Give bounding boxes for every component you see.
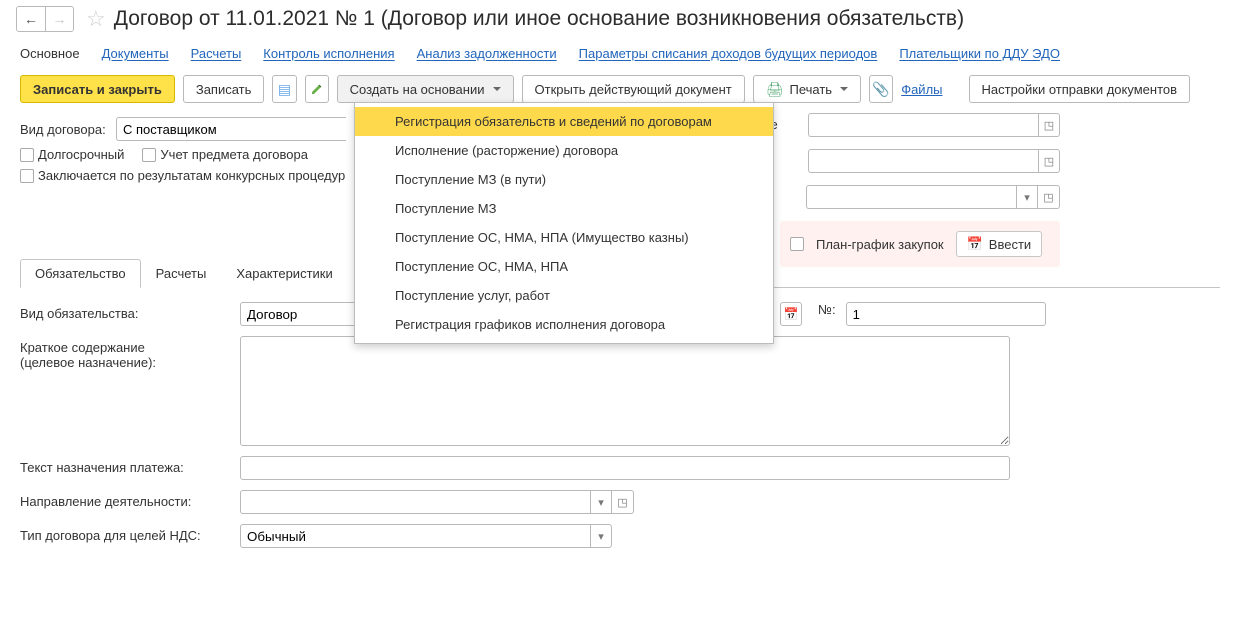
printer-icon: 🖨 [766, 81, 784, 98]
edit-pen-icon [310, 82, 324, 96]
payment-text-label: Текст назначения платежа: [20, 456, 230, 475]
section-tab-payers-edo[interactable]: Плательщики по ДДУ ЭДО [899, 46, 1060, 61]
favorite-star-icon[interactable]: ☆ [86, 8, 106, 30]
upper-right-input-2[interactable] [808, 149, 1038, 173]
open-ref-button-1[interactable]: ◳ [1038, 113, 1060, 137]
dropdown-item-os[interactable]: Поступление ОС, НМА, НПА [355, 252, 773, 281]
longterm-label: Долгосрочный [38, 147, 124, 162]
toolbar: Записать и закрыть Записать ▤ Создать на… [0, 69, 1240, 113]
nav-buttons: ← → [16, 6, 74, 32]
calendar-small-icon: 📅 [784, 307, 799, 321]
dropdown-item-register-obligations[interactable]: Регистрация обязательств и сведений по д… [355, 107, 773, 136]
date-picker-button[interactable]: 📅 [780, 302, 802, 326]
dropdown-arrow-button-3[interactable]: ▾ [1016, 185, 1038, 209]
subject-tracking-label: Учет предмета договора [160, 147, 308, 162]
procurement-plan-panel: План-график закупок 📅 Ввести [780, 221, 1060, 267]
tab-obligation[interactable]: Обязательство [20, 259, 141, 288]
contract-type-label: Вид договора: [20, 122, 108, 137]
dropdown-item-services[interactable]: Поступление услуг, работ [355, 281, 773, 310]
section-tab-future-income[interactable]: Параметры списания доходов будущих перио… [579, 46, 878, 61]
activity-dir-input[interactable] [240, 490, 590, 514]
activity-dir-dropdown-button[interactable]: ▾ [590, 490, 612, 514]
send-settings-button[interactable]: Настройки отправки документов [969, 75, 1191, 103]
dropdown-item-register-schedules[interactable]: Регистрация графиков исполнения договора [355, 310, 773, 339]
create-based-on-label: Создать на основании [350, 82, 485, 97]
create-based-on-dropdown: Регистрация обязательств и сведений по д… [354, 102, 774, 344]
calendar-icon: 📅 [967, 236, 983, 252]
section-tab-documents[interactable]: Документы [102, 46, 169, 61]
competitive-checkbox[interactable] [20, 169, 34, 183]
vat-type-dropdown-button[interactable]: ▾ [590, 524, 612, 548]
nav-forward-button[interactable]: → [45, 7, 73, 31]
create-based-on-button[interactable]: Создать на основании [337, 75, 514, 103]
section-tab-debt-analysis[interactable]: Анализ задолженности [417, 46, 557, 61]
open-current-doc-label: Открыть действующий документ [535, 82, 732, 97]
section-tab-payments[interactable]: Расчеты [191, 46, 242, 61]
open-ref-button-3[interactable]: ◳ [1038, 185, 1060, 209]
contract-type-input[interactable] [116, 117, 346, 141]
save-and-close-button[interactable]: Записать и закрыть [20, 75, 175, 103]
page-title: Договор от 11.01.2021 № 1 (Договор или и… [114, 7, 964, 31]
activity-dir-label: Направление деятельности: [20, 490, 230, 509]
payment-text-input[interactable] [240, 456, 1010, 480]
print-button[interactable]: 🖨 Печать [753, 75, 861, 103]
section-nav: Основное Документы Расчеты Контроль испо… [0, 36, 1240, 69]
save-button[interactable]: Записать [183, 75, 265, 103]
contract-type-field-group [116, 117, 346, 141]
number-input[interactable] [846, 302, 1046, 326]
subject-tracking-checkbox[interactable] [142, 148, 156, 162]
print-label: Печать [789, 82, 832, 97]
paperclip-icon: 📎 [872, 81, 889, 98]
tab-payments[interactable]: Расчеты [141, 259, 222, 288]
open-current-doc-button[interactable]: Открыть действующий документ [522, 75, 745, 103]
list-view-button[interactable]: ▤ [272, 75, 296, 103]
section-tab-control[interactable]: Контроль исполнения [263, 46, 394, 61]
competitive-label: Заключается по результатам конкурсных пр… [38, 168, 345, 183]
short-desc-label-line1: Краткое содержание [20, 340, 230, 355]
upper-right-input-3[interactable] [806, 185, 1016, 209]
activity-dir-open-button[interactable]: ◳ [612, 490, 634, 514]
upper-right-input-1[interactable] [808, 113, 1038, 137]
send-settings-label: Настройки отправки документов [982, 82, 1178, 97]
save-label: Записать [196, 82, 252, 97]
nav-back-button[interactable]: ← [17, 7, 45, 31]
enter-plan-button[interactable]: 📅 Ввести [956, 231, 1043, 257]
short-desc-label-line2: (целевое назначение): [20, 355, 230, 370]
enter-plan-label: Ввести [989, 237, 1031, 252]
open-ref-button-2[interactable]: ◳ [1038, 149, 1060, 173]
vat-type-label: Тип договора для целей НДС: [20, 524, 230, 543]
files-link[interactable]: Файлы [901, 82, 942, 97]
dropdown-item-os-treasury[interactable]: Поступление ОС, НМА, НПА (Имущество казн… [355, 223, 773, 252]
section-tab-main[interactable]: Основное [20, 46, 80, 61]
list-view-icon: ▤ [278, 81, 291, 98]
vat-type-input[interactable] [240, 524, 590, 548]
procurement-plan-label: План-график закупок [816, 237, 944, 252]
attach-button[interactable]: 📎 [869, 75, 893, 103]
save-and-close-label: Записать и закрыть [33, 82, 162, 97]
dropdown-item-mz-incoming-transit[interactable]: Поступление МЗ (в пути) [355, 165, 773, 194]
dropdown-item-contract-execution[interactable]: Исполнение (расторжение) договора [355, 136, 773, 165]
edit-pen-button[interactable] [305, 75, 329, 103]
longterm-checkbox[interactable] [20, 148, 34, 162]
procurement-plan-checkbox[interactable] [790, 237, 804, 251]
short-desc-textarea[interactable] [240, 336, 1010, 446]
obligation-type-label: Вид обязательства: [20, 302, 230, 321]
short-desc-label: Краткое содержание (целевое назначение): [20, 336, 230, 370]
dropdown-item-mz-incoming[interactable]: Поступление МЗ [355, 194, 773, 223]
tab-characteristics[interactable]: Характеристики [221, 259, 347, 288]
number-label: №: [818, 302, 836, 317]
